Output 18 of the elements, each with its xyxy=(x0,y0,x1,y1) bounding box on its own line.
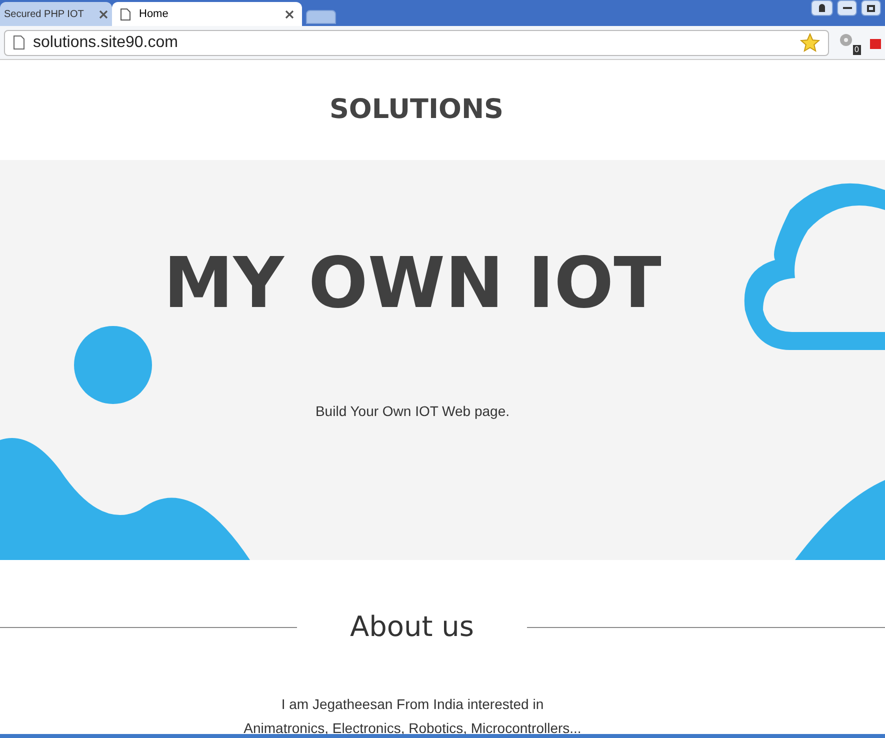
browser-tab[interactable]: Home xyxy=(112,2,302,26)
hero-title: MY OWN IOT xyxy=(164,241,662,326)
about-text: Animatronics, Electronics, Robotics, Microcontrollers... xyxy=(244,719,582,738)
page-icon xyxy=(13,35,25,50)
page-icon xyxy=(120,8,131,20)
close-icon[interactable] xyxy=(285,10,294,18)
hero-subtitle: Build Your Own IOT Web page. xyxy=(315,402,510,421)
close-icon[interactable] xyxy=(99,10,108,18)
minimize-button[interactable] xyxy=(837,0,857,16)
star-icon[interactable] xyxy=(800,32,820,52)
user-icon[interactable] xyxy=(811,0,833,16)
section-heading: About us xyxy=(348,609,476,645)
browser-tab[interactable]: Secured PHP IOT xyxy=(0,2,112,26)
address-bar[interactable]: solutions.site90.com xyxy=(4,30,829,56)
restore-button[interactable] xyxy=(861,0,881,16)
extension-badge: 0 xyxy=(852,44,861,54)
site-brand[interactable]: SOLUTIONS xyxy=(329,90,504,130)
about-text: I am Jegatheesan From India interested in xyxy=(281,695,544,714)
